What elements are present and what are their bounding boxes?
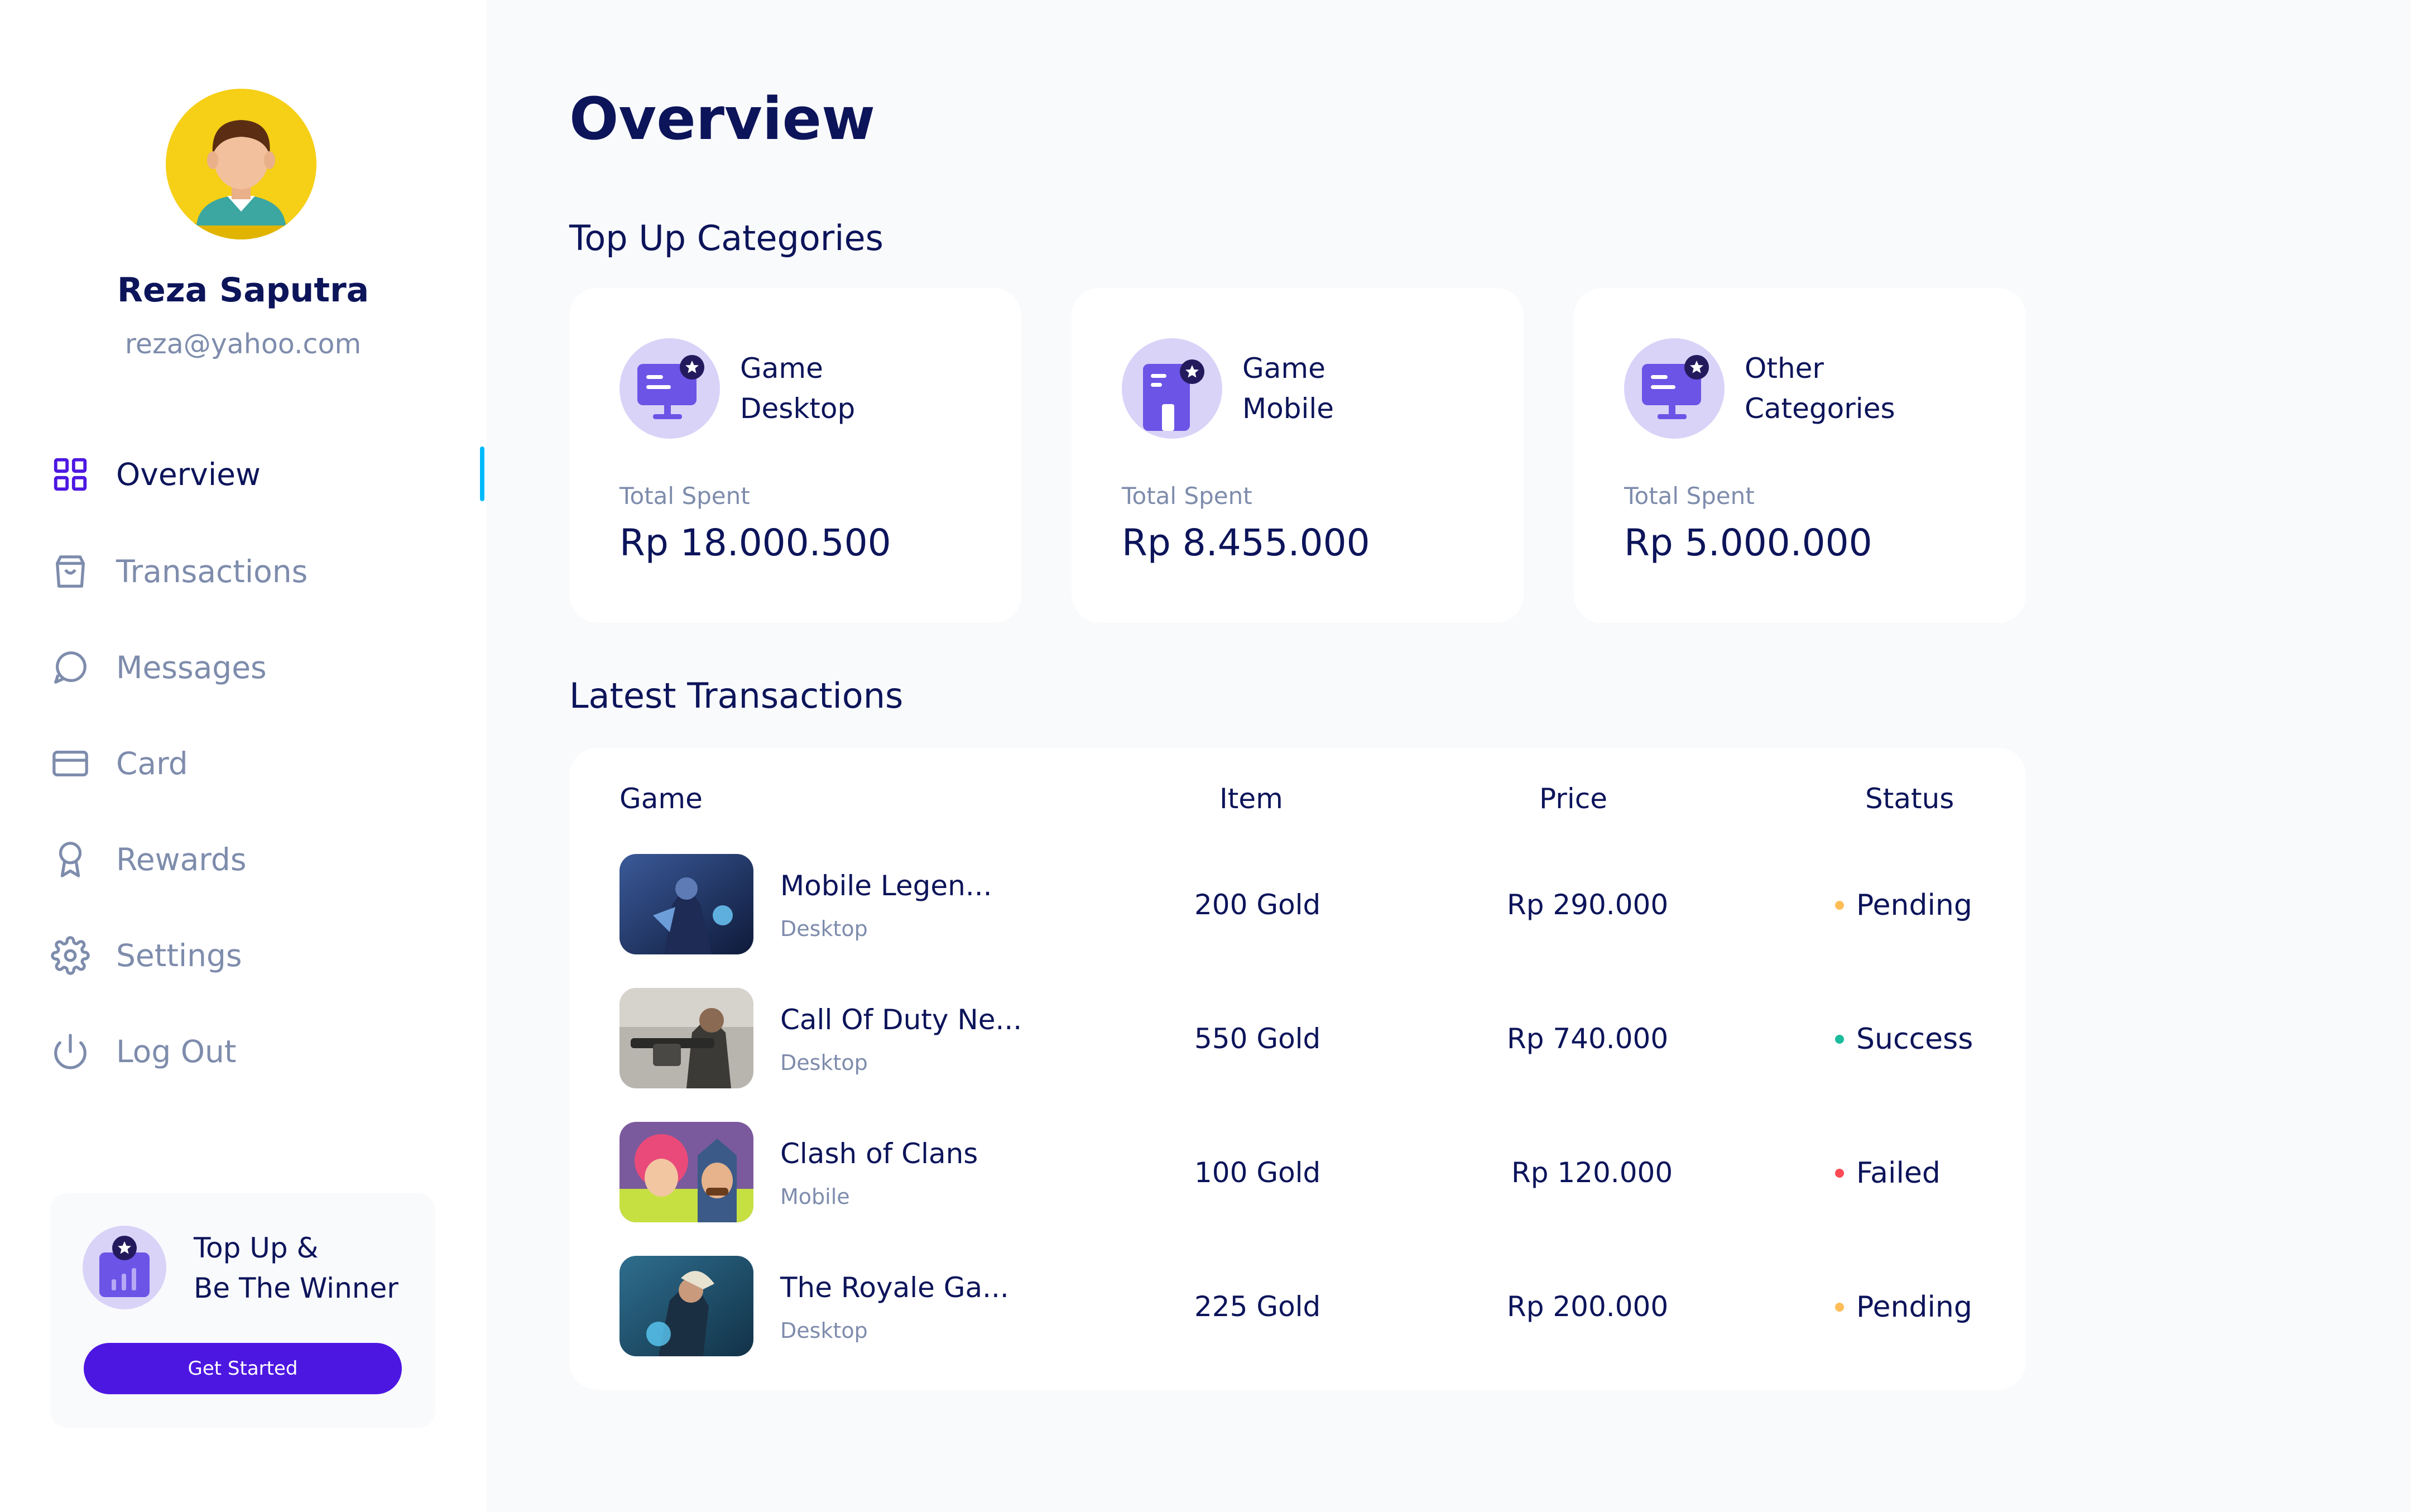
promo-card: Top Up & Be The Winner Get Started bbox=[50, 1193, 435, 1428]
game-thumbnail bbox=[619, 1122, 753, 1222]
status-text: Success bbox=[1856, 1023, 1973, 1056]
user-email: reza@yahoo.com bbox=[124, 328, 362, 360]
category-name: Game Mobile bbox=[1242, 348, 1334, 429]
desktop-star-icon bbox=[619, 338, 720, 439]
promo-line-1: Top Up & bbox=[194, 1232, 319, 1264]
status-badge: Failed bbox=[1835, 1156, 1941, 1190]
status-dot bbox=[1835, 1303, 1844, 1312]
transactions-table: Game Item Price Status Mobile Legen... D… bbox=[569, 748, 2026, 1390]
category-card-game-mobile[interactable]: Game Mobile Total Spent Rp 8.455.000 bbox=[1072, 288, 1524, 623]
game-platform: Desktop bbox=[780, 916, 868, 941]
promo-text: Top Up & Be The Winner bbox=[194, 1228, 398, 1308]
nav-label: Messages bbox=[116, 650, 267, 685]
item-cell: 200 Gold bbox=[1194, 889, 1321, 921]
status-dot bbox=[1835, 901, 1844, 910]
nav-label: Transactions bbox=[116, 554, 308, 589]
total-spent-value: Rp 5.000.000 bbox=[1624, 521, 1872, 564]
total-spent-label: Total Spent bbox=[1624, 482, 1755, 510]
award-icon bbox=[49, 838, 92, 881]
nav-item-overview[interactable]: Overview bbox=[49, 447, 484, 502]
game-name: Call Of Duty Ne... bbox=[780, 1004, 1022, 1036]
user-avatar-illustration bbox=[166, 120, 316, 239]
table-row[interactable]: Clash of Clans Mobile 100 Gold Rp 120.00… bbox=[569, 1122, 2026, 1222]
category-name-line-2: Desktop bbox=[740, 392, 856, 425]
game-name: The Royale Ga... bbox=[780, 1271, 1009, 1304]
status-text: Failed bbox=[1856, 1156, 1941, 1190]
nav-item-messages[interactable]: Messages bbox=[49, 640, 484, 695]
chat-bubble-icon bbox=[49, 646, 92, 689]
table-row[interactable]: Mobile Legen... Desktop 200 Gold Rp 290.… bbox=[569, 854, 2026, 954]
status-text: Pending bbox=[1856, 1290, 1972, 1324]
transactions-section-title: Latest Transactions bbox=[569, 675, 904, 716]
table-row[interactable]: Call Of Duty Ne... Desktop 550 Gold Rp 7… bbox=[569, 988, 2026, 1088]
category-name-line-2: Categories bbox=[1745, 392, 1895, 425]
category-name-line-2: Mobile bbox=[1242, 392, 1334, 425]
nav-label: Card bbox=[116, 746, 188, 781]
avatar[interactable] bbox=[166, 89, 316, 239]
nav-item-transactions[interactable]: Transactions bbox=[49, 544, 484, 599]
game-name: Mobile Legen... bbox=[780, 870, 992, 902]
nav-label: Rewards bbox=[116, 842, 247, 877]
nav-label: Log Out bbox=[116, 1034, 237, 1069]
nav-item-rewards[interactable]: Rewards bbox=[49, 832, 484, 887]
game-platform: Desktop bbox=[780, 1050, 868, 1075]
category-name: Other Categories bbox=[1745, 348, 1895, 429]
item-cell: 100 Gold bbox=[1194, 1156, 1321, 1189]
categories-section-title: Top Up Categories bbox=[569, 218, 883, 258]
price-cell: Rp 740.000 bbox=[1507, 1023, 1669, 1055]
game-platform: Desktop bbox=[780, 1318, 868, 1343]
user-name: Reza Saputra bbox=[117, 271, 369, 310]
total-spent-label: Total Spent bbox=[1122, 482, 1252, 510]
item-cell: 225 Gold bbox=[1194, 1290, 1321, 1323]
price-cell: Rp 200.000 bbox=[1507, 1290, 1669, 1323]
category-name-line-1: Game bbox=[740, 352, 823, 385]
column-header-price: Price bbox=[1539, 783, 1607, 815]
trophy-chart-icon bbox=[83, 1226, 166, 1309]
status-dot bbox=[1835, 1169, 1844, 1178]
get-started-button[interactable]: Get Started bbox=[84, 1343, 402, 1394]
nav-label: Overview bbox=[116, 457, 261, 492]
game-thumbnail bbox=[619, 988, 753, 1088]
table-row[interactable]: The Royale Ga... Desktop 225 Gold Rp 200… bbox=[569, 1256, 2026, 1356]
category-card-game-desktop[interactable]: Game Desktop Total Spent Rp 18.000.500 bbox=[569, 288, 1021, 623]
column-header-item: Item bbox=[1219, 783, 1283, 815]
total-spent-label: Total Spent bbox=[619, 482, 750, 510]
grid-icon bbox=[49, 453, 92, 496]
price-cell: Rp 290.000 bbox=[1507, 889, 1669, 921]
credit-card-icon bbox=[49, 742, 92, 785]
nav-item-logout[interactable]: Log Out bbox=[49, 1024, 484, 1079]
nav-label: Settings bbox=[116, 938, 242, 973]
game-platform: Mobile bbox=[780, 1184, 850, 1209]
game-thumbnail bbox=[619, 854, 753, 954]
total-spent-value: Rp 18.000.500 bbox=[619, 521, 891, 564]
shopping-bag-icon bbox=[49, 550, 92, 593]
gear-icon bbox=[49, 934, 92, 977]
price-cell: Rp 120.000 bbox=[1511, 1156, 1673, 1189]
status-badge: Success bbox=[1835, 1023, 1973, 1056]
nav-item-card[interactable]: Card bbox=[49, 736, 484, 791]
game-name: Clash of Clans bbox=[780, 1137, 978, 1170]
active-indicator bbox=[480, 447, 484, 501]
item-cell: 550 Gold bbox=[1194, 1023, 1321, 1055]
sidebar: Reza Saputra reza@yahoo.com Overview Tra… bbox=[0, 0, 486, 1512]
game-thumbnail bbox=[619, 1256, 753, 1356]
column-header-status: Status bbox=[1865, 783, 1954, 815]
promo-line-2: Be The Winner bbox=[194, 1272, 398, 1304]
total-spent-value: Rp 8.455.000 bbox=[1122, 521, 1370, 564]
status-text: Pending bbox=[1856, 889, 1972, 922]
column-header-game: Game bbox=[619, 783, 703, 815]
status-badge: Pending bbox=[1835, 889, 1972, 922]
category-card-other[interactable]: Other Categories Total Spent Rp 5.000.00… bbox=[1574, 288, 2026, 623]
page-title: Overview bbox=[569, 85, 876, 153]
status-badge: Pending bbox=[1835, 1290, 1972, 1324]
category-name-line-1: Other bbox=[1745, 352, 1824, 385]
category-name-line-1: Game bbox=[1242, 352, 1325, 385]
desktop-star-icon bbox=[1624, 338, 1725, 439]
nav-item-settings[interactable]: Settings bbox=[49, 928, 484, 983]
mobile-star-icon bbox=[1122, 338, 1222, 439]
category-name: Game Desktop bbox=[740, 348, 855, 429]
power-icon bbox=[49, 1030, 92, 1073]
status-dot bbox=[1835, 1035, 1844, 1044]
